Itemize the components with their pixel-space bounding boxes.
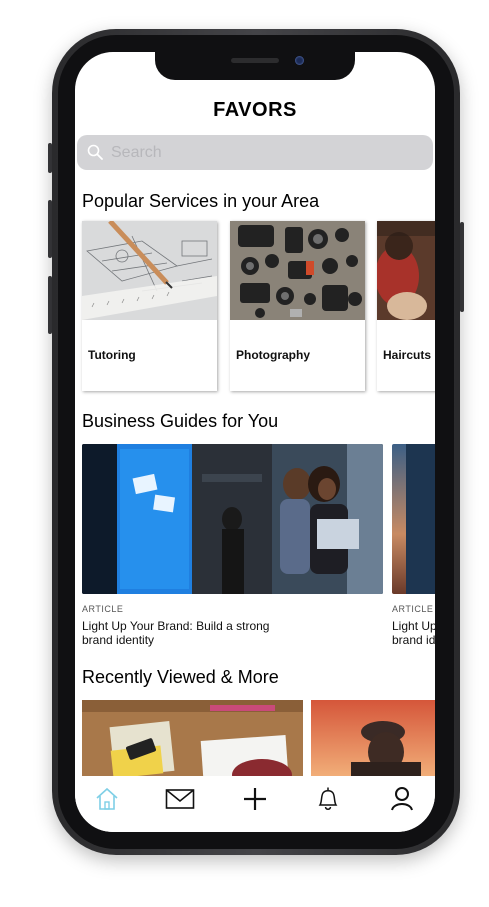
section-heading-guides: Business Guides for You: [82, 411, 279, 431]
service-card-label: Tutoring: [88, 348, 136, 362]
home-icon: [96, 787, 118, 810]
desk-notebook-phone-photo: [82, 700, 303, 778]
guide-kicker: ARTICLE: [392, 604, 434, 614]
recent-item[interactable]: [311, 700, 435, 778]
office-screen-people-photo: [82, 444, 383, 594]
power-button: [460, 222, 464, 312]
mail-icon: [165, 789, 195, 809]
search-bar[interactable]: [77, 135, 433, 170]
guide-title[interactable]: Light Up Your Brand: Build a strong bran…: [82, 619, 292, 647]
recent-item[interactable]: [82, 700, 303, 778]
search-input[interactable]: [109, 140, 413, 166]
bell-icon: [318, 787, 338, 810]
user-icon: [391, 787, 413, 811]
search-icon: [87, 144, 103, 160]
service-card-photography[interactable]: Photography: [230, 221, 365, 391]
tab-bar: [75, 776, 435, 832]
speaker-grille: [231, 58, 279, 63]
section-heading-recent: Recently Viewed & More: [82, 667, 279, 687]
notch: [155, 52, 355, 80]
blueprint-pencil-photo: [82, 221, 217, 320]
section-heading-popular: Popular Services in your Area: [82, 191, 320, 211]
service-card-tutoring[interactable]: Tutoring: [82, 221, 217, 391]
sunset-person-cap-photo: [311, 700, 435, 778]
service-card-label: Haircuts: [383, 348, 432, 362]
guide-card-image[interactable]: [392, 444, 435, 594]
tab-notifications[interactable]: [311, 784, 345, 814]
plus-icon: [244, 788, 266, 810]
front-camera: [295, 56, 304, 65]
sunset-photo: [392, 444, 435, 594]
tab-home[interactable]: [90, 784, 124, 814]
tab-messages[interactable]: [163, 784, 197, 814]
app-screen: FAVORS Popular Services in your Area: [75, 52, 435, 832]
page-title: FAVORS: [213, 99, 297, 121]
guide-card-image[interactable]: [82, 444, 383, 594]
tab-profile[interactable]: [385, 784, 419, 814]
barber-photo: [377, 221, 435, 320]
tab-create[interactable]: [238, 784, 272, 814]
service-card-label: Photography: [236, 348, 310, 362]
guide-kicker: ARTICLE: [82, 604, 124, 614]
camera-gear-flatlay-photo: [230, 221, 365, 320]
guide-title[interactable]: Light Up Your Brand: Build a strong bran…: [392, 619, 435, 647]
service-card-haircuts[interactable]: Haircuts: [377, 221, 435, 391]
